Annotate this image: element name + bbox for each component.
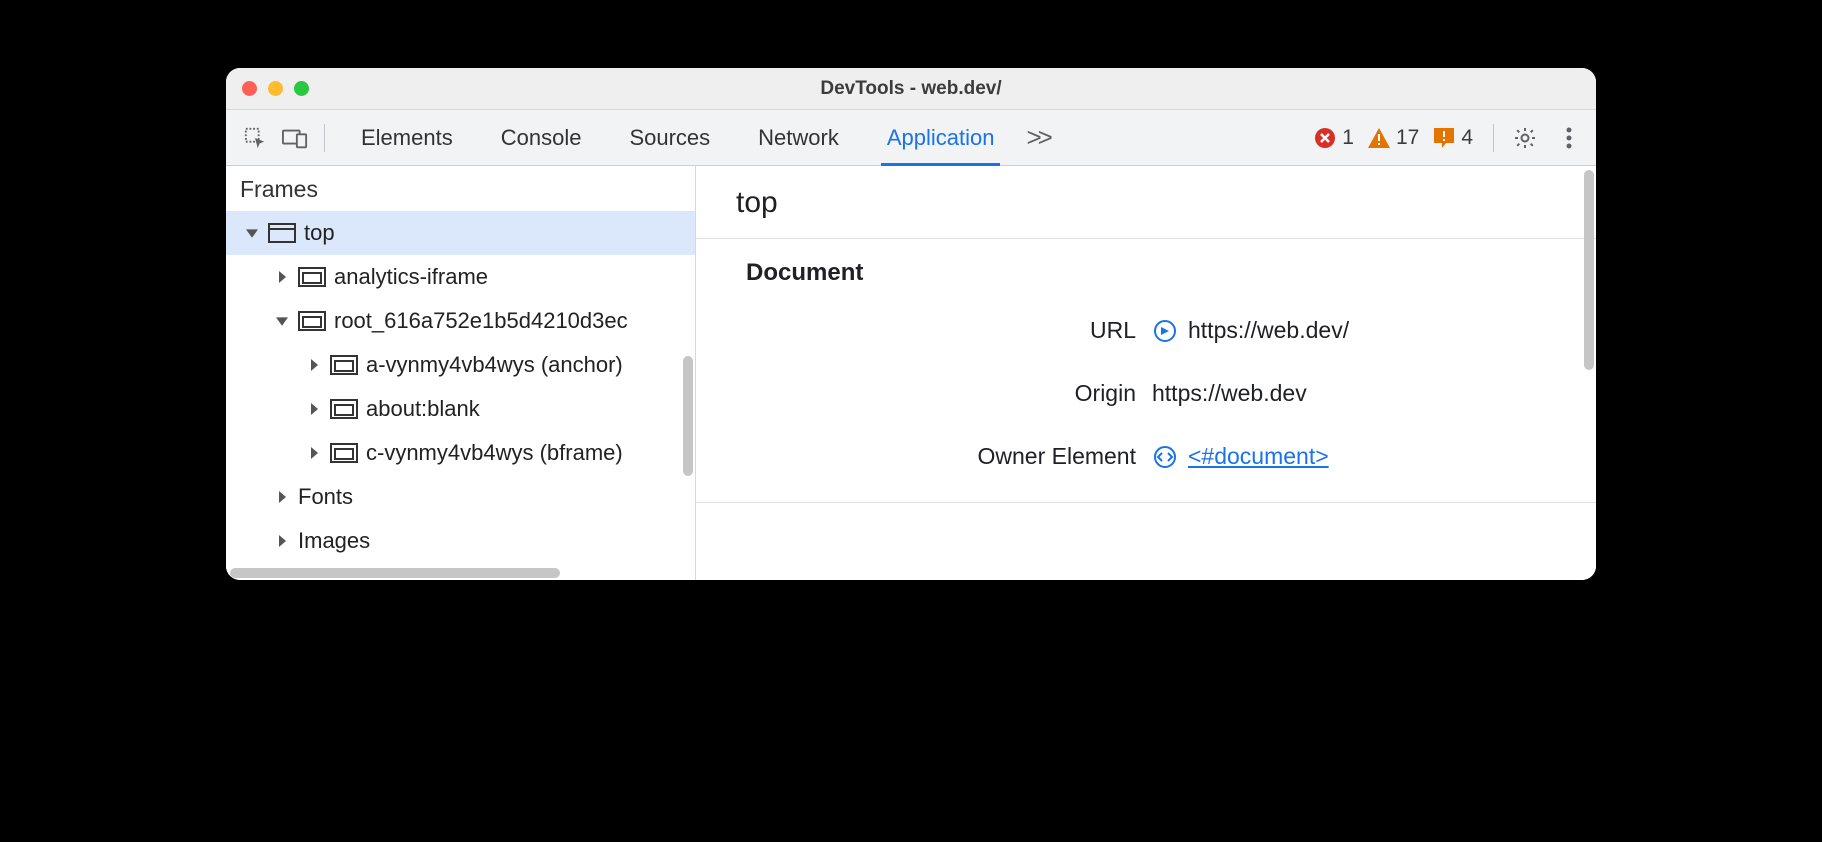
close-window-button[interactable] <box>242 81 257 96</box>
issues-counter[interactable]: 4 <box>1433 126 1473 150</box>
detail-section-title: Document <box>696 239 1596 299</box>
iframe-icon <box>330 399 358 419</box>
panel-body: Frames top <box>226 166 1596 580</box>
tree-item-analytics-iframe[interactable]: analytics-iframe <box>226 255 695 299</box>
separator <box>324 124 325 152</box>
detail-value: https://web.dev/ <box>1152 317 1349 344</box>
iframe-icon <box>298 267 326 287</box>
panel-tabs: Elements Console Sources Network Applica… <box>337 110 1300 166</box>
detail-key: URL <box>696 317 1136 344</box>
detail-title: top <box>696 166 1596 238</box>
tree-item-label: root_616a752e1b5d4210d3ec <box>334 308 628 334</box>
detail-key: Origin <box>696 380 1136 407</box>
warnings-counter[interactable]: 17 <box>1368 126 1419 150</box>
window-title: DevTools - web.dev/ <box>226 78 1596 100</box>
tab-application[interactable]: Application <box>863 110 1019 166</box>
tree-item-label: about:blank <box>366 396 480 422</box>
warning-icon <box>1368 127 1390 149</box>
reveal-network-icon[interactable] <box>1152 318 1178 344</box>
separator <box>696 502 1596 503</box>
minimize-window-button[interactable] <box>268 81 283 96</box>
iframe-icon <box>298 311 326 331</box>
detail-value: <#document> <box>1152 443 1329 470</box>
tab-sources[interactable]: Sources <box>605 110 734 166</box>
settings-icon[interactable] <box>1506 119 1544 157</box>
tree-item-label: a-vynmy4vb4wys (anchor) <box>366 352 623 378</box>
tree-item-anchor[interactable]: a-vynmy4vb4wys (anchor) <box>226 343 695 387</box>
frames-tree: top analytics-iframe <box>226 211 695 563</box>
tab-elements[interactable]: Elements <box>337 110 477 166</box>
frames-sidebar: Frames top <box>226 166 696 580</box>
error-icon <box>1314 127 1336 149</box>
zoom-window-button[interactable] <box>294 81 309 96</box>
chevron-right-icon[interactable] <box>274 489 290 505</box>
tree-item-label: Images <box>298 528 370 554</box>
warnings-count: 17 <box>1396 126 1419 150</box>
chevron-right-icon[interactable] <box>274 533 290 549</box>
errors-counter[interactable]: 1 <box>1314 126 1354 150</box>
tab-console[interactable]: Console <box>477 110 606 166</box>
reveal-elements-icon[interactable] <box>1152 444 1178 470</box>
tree-item-label: analytics-iframe <box>334 264 488 290</box>
device-toolbar-icon[interactable] <box>278 121 312 155</box>
tree-item-label: Fonts <box>298 484 353 510</box>
tree-item-bframe[interactable]: c-vynmy4vb4wys (bframe) <box>226 431 695 475</box>
toolbar: Elements Console Sources Network Applica… <box>226 110 1596 166</box>
errors-count: 1 <box>1342 126 1354 150</box>
issue-icon <box>1433 127 1455 149</box>
status-counters[interactable]: 1 17 4 <box>1306 126 1481 150</box>
inspect-element-icon[interactable] <box>238 121 272 155</box>
tree-item-fonts[interactable]: Fonts <box>226 475 695 519</box>
tree-item-label: c-vynmy4vb4wys (bframe) <box>366 440 623 466</box>
chevron-right-icon[interactable] <box>306 445 322 461</box>
sidebar-header: Frames <box>226 166 695 211</box>
iframe-icon <box>330 355 358 375</box>
window-icon <box>268 223 296 243</box>
detail-row-origin: Origin https://web.dev <box>696 362 1596 425</box>
tab-network[interactable]: Network <box>734 110 863 166</box>
tree-item-label: top <box>304 220 335 246</box>
devtools-window: DevTools - web.dev/ Elements Console Sou… <box>226 68 1596 580</box>
tree-item-top[interactable]: top <box>226 211 695 255</box>
sidebar-vertical-scrollbar[interactable] <box>683 356 693 476</box>
url-value[interactable]: https://web.dev/ <box>1188 317 1349 344</box>
detail-key: Owner Element <box>696 443 1136 470</box>
chevron-right-icon[interactable] <box>306 401 322 417</box>
chevron-right-icon[interactable] <box>306 357 322 373</box>
tree-item-root[interactable]: root_616a752e1b5d4210d3ec <box>226 299 695 343</box>
chevron-right-icon[interactable] <box>274 269 290 285</box>
iframe-icon <box>330 443 358 463</box>
detail-row-url: URL https://web.dev/ <box>696 299 1596 362</box>
window-controls <box>226 81 309 96</box>
detail-vertical-scrollbar[interactable] <box>1584 170 1594 370</box>
issues-count: 4 <box>1461 126 1473 150</box>
tree-item-about-blank[interactable]: about:blank <box>226 387 695 431</box>
owner-element-link[interactable]: <#document> <box>1188 443 1329 470</box>
detail-row-owner: Owner Element <#document> <box>696 425 1596 488</box>
detail-value: https://web.dev <box>1152 380 1307 407</box>
more-options-icon[interactable] <box>1550 119 1588 157</box>
origin-value: https://web.dev <box>1152 380 1307 407</box>
chevron-down-icon[interactable] <box>274 313 290 329</box>
frame-detail-panel: top Document URL https://web.dev/ Origin… <box>696 166 1596 580</box>
titlebar: DevTools - web.dev/ <box>226 68 1596 110</box>
separator <box>1493 124 1494 152</box>
more-tabs-icon[interactable]: >> <box>1018 122 1056 153</box>
chevron-down-icon[interactable] <box>244 225 260 241</box>
tree-item-images[interactable]: Images <box>226 519 695 563</box>
sidebar-horizontal-scrollbar[interactable] <box>230 568 560 578</box>
